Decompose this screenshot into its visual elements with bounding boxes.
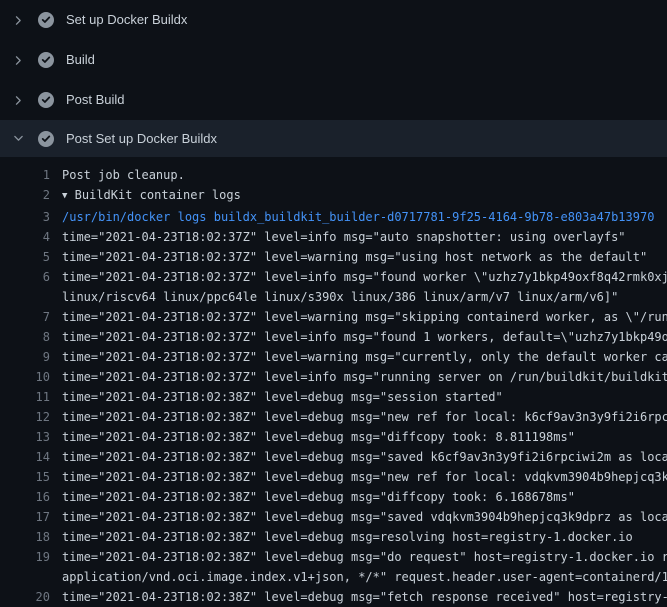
log-line: 9 time="2021-04-23T18:02:37Z" level=warni… bbox=[0, 347, 667, 367]
log-text: time="2021-04-23T18:02:38Z" level=debug … bbox=[62, 387, 667, 407]
log-text: time="2021-04-23T18:02:38Z" level=debug … bbox=[62, 547, 667, 567]
check-circle-icon bbox=[38, 92, 54, 108]
line-number[interactable]: 4 bbox=[0, 227, 50, 247]
log-line: 7 time="2021-04-23T18:02:37Z" level=warni… bbox=[0, 307, 667, 327]
section-header-0[interactable]: Set up Docker Buildx bbox=[0, 0, 667, 40]
log-line: 13 time="2021-04-23T18:02:38Z" level=debu… bbox=[0, 427, 667, 447]
log-text: Post job cleanup. bbox=[62, 165, 667, 185]
line-number[interactable]: 13 bbox=[0, 427, 50, 447]
line-number[interactable]: 17 bbox=[0, 507, 50, 527]
line-number[interactable]: 6 bbox=[0, 267, 50, 287]
line-number[interactable]: 20 bbox=[0, 587, 50, 607]
log-text: time="2021-04-23T18:02:37Z" level=info m… bbox=[62, 267, 667, 287]
line-number[interactable]: 10 bbox=[0, 367, 50, 387]
check-circle-icon bbox=[38, 131, 54, 147]
check-circle-icon bbox=[38, 52, 54, 68]
log-text: time="2021-04-23T18:02:37Z" level=info m… bbox=[62, 327, 667, 347]
section-label: Set up Docker Buildx bbox=[66, 12, 187, 28]
log-line: 5 time="2021-04-23T18:02:37Z" level=warni… bbox=[0, 247, 667, 267]
section-label: Post Build bbox=[66, 92, 125, 108]
log-text: time="2021-04-23T18:02:38Z" level=debug … bbox=[62, 487, 667, 507]
chevron-right-icon bbox=[10, 92, 26, 108]
log-line: 15 time="2021-04-23T18:02:38Z" level=debu… bbox=[0, 467, 667, 487]
log-line: 2 ▼ BuildKit container logs bbox=[0, 185, 667, 207]
log-text: time="2021-04-23T18:02:37Z" level=info m… bbox=[62, 367, 667, 387]
log-text: time="2021-04-23T18:02:37Z" level=info m… bbox=[62, 227, 667, 247]
line-number[interactable]: 18 bbox=[0, 527, 50, 547]
log-line: 17 time="2021-04-23T18:02:38Z" level=debu… bbox=[0, 507, 667, 527]
log-line: 18 time="2021-04-23T18:02:38Z" level=debu… bbox=[0, 527, 667, 547]
check-circle-icon bbox=[38, 12, 54, 28]
log-text: application/vnd.oci.image.index.v1+json,… bbox=[62, 567, 667, 587]
section-label: Post Set up Docker Buildx bbox=[66, 131, 217, 147]
line-number[interactable]: 1 bbox=[0, 165, 50, 185]
line-number[interactable]: 3 bbox=[0, 207, 50, 227]
log-line: 6 time="2021-04-23T18:02:37Z" level=info … bbox=[0, 267, 667, 287]
log-line: 10 time="2021-04-23T18:02:37Z" level=info… bbox=[0, 367, 667, 387]
line-number[interactable]: 5 bbox=[0, 247, 50, 267]
line-number bbox=[0, 567, 50, 587]
line-number[interactable]: 15 bbox=[0, 467, 50, 487]
log-line: 19 time="2021-04-23T18:02:38Z" level=debu… bbox=[0, 547, 667, 567]
log-line: 3/usr/bin/docker logs buildx_buildkit_bu… bbox=[0, 207, 667, 227]
sections: Set up Docker Buildx Build Post Build Post … bbox=[0, 0, 667, 607]
log-text: time="2021-04-23T18:02:38Z" level=debug … bbox=[62, 407, 667, 427]
section-label: Build bbox=[66, 52, 95, 68]
log-line: 20 time="2021-04-23T18:02:38Z" level=debu… bbox=[0, 587, 667, 607]
group-toggle-icon: ▼ bbox=[62, 186, 67, 206]
log-line: 4 time="2021-04-23T18:02:37Z" level=info … bbox=[0, 227, 667, 247]
workflow-log-viewer: Set up Docker Buildx Build Post Build Post … bbox=[0, 0, 667, 600]
line-number[interactable]: 9 bbox=[0, 347, 50, 367]
log-line: 8 time="2021-04-23T18:02:37Z" level=info … bbox=[0, 327, 667, 347]
log-text: time="2021-04-23T18:02:38Z" level=debug … bbox=[62, 587, 667, 607]
log-line: 1 Post job cleanup. bbox=[0, 165, 667, 185]
line-number[interactable]: 14 bbox=[0, 447, 50, 467]
chevron-right-icon bbox=[10, 12, 26, 28]
log-text: time="2021-04-23T18:02:37Z" level=warnin… bbox=[62, 247, 667, 267]
section-header-2[interactable]: Post Build bbox=[0, 80, 667, 120]
log-line: application/vnd.oci.image.index.v1+json,… bbox=[0, 567, 667, 587]
log-line: 11 time="2021-04-23T18:02:38Z" level=debu… bbox=[0, 387, 667, 407]
log-text: time="2021-04-23T18:02:38Z" level=debug … bbox=[62, 507, 667, 527]
chevron-right-icon bbox=[10, 52, 26, 68]
log-text: time="2021-04-23T18:02:38Z" level=debug … bbox=[62, 467, 667, 487]
log-command: /usr/bin/docker logs buildx_buildkit_bui… bbox=[62, 207, 667, 227]
line-number[interactable]: 7 bbox=[0, 307, 50, 327]
log-text[interactable]: ▼ BuildKit container logs bbox=[62, 185, 667, 207]
log-text: time="2021-04-23T18:02:38Z" level=debug … bbox=[62, 427, 667, 447]
log-text: time="2021-04-23T18:02:38Z" level=debug … bbox=[62, 447, 667, 467]
line-number[interactable]: 2 bbox=[0, 185, 50, 207]
line-number[interactable]: 19 bbox=[0, 547, 50, 567]
line-number bbox=[0, 287, 50, 307]
log-text: linux/riscv64 linux/ppc64le linux/s390x … bbox=[62, 287, 667, 307]
log-line: 16 time="2021-04-23T18:02:38Z" level=debu… bbox=[0, 487, 667, 507]
chevron-down-icon bbox=[10, 131, 26, 147]
section-header-3[interactable]: Post Set up Docker Buildx bbox=[0, 120, 667, 157]
line-number[interactable]: 16 bbox=[0, 487, 50, 507]
line-number[interactable]: 8 bbox=[0, 327, 50, 347]
log-line: linux/riscv64 linux/ppc64le linux/s390x … bbox=[0, 287, 667, 307]
log-line: 14 time="2021-04-23T18:02:38Z" level=debu… bbox=[0, 447, 667, 467]
log-text: time="2021-04-23T18:02:37Z" level=warnin… bbox=[62, 347, 667, 367]
line-number[interactable]: 11 bbox=[0, 387, 50, 407]
line-number[interactable]: 12 bbox=[0, 407, 50, 427]
log-area: 1 Post job cleanup. 2 ▼ BuildKit container … bbox=[0, 157, 667, 607]
log-text: time="2021-04-23T18:02:38Z" level=debug … bbox=[62, 527, 667, 547]
log-line: 12 time="2021-04-23T18:02:38Z" level=debu… bbox=[0, 407, 667, 427]
log-text: time="2021-04-23T18:02:37Z" level=warnin… bbox=[62, 307, 667, 327]
section-header-1[interactable]: Build bbox=[0, 40, 667, 80]
